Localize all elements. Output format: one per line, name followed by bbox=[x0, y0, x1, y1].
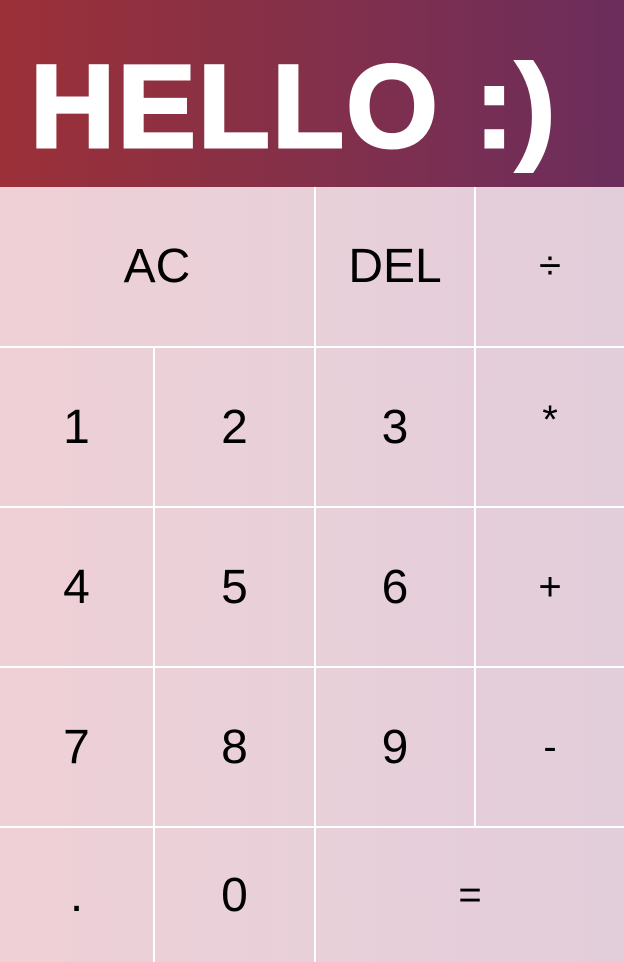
minus-button[interactable]: - bbox=[476, 668, 624, 828]
digit-9-button[interactable]: 9 bbox=[316, 668, 476, 828]
clear-all-button[interactable]: AC bbox=[0, 187, 316, 348]
digit-6-label: 6 bbox=[381, 560, 409, 614]
digit-8-button[interactable]: 8 bbox=[155, 668, 316, 828]
digit-9-label: 9 bbox=[381, 720, 409, 774]
delete-label: DEL bbox=[348, 240, 442, 293]
keypad: AC DEL ÷ 1 2 3 * 4 5 6 + 7 8 9 - . 0 = bbox=[0, 187, 624, 962]
delete-button[interactable]: DEL bbox=[316, 187, 476, 348]
digit-3-button[interactable]: 3 bbox=[316, 348, 476, 508]
calculator: HELLO :) AC DEL ÷ 1 2 3 * 4 5 6 + 7 8 9 … bbox=[0, 0, 624, 962]
minus-label: - bbox=[543, 724, 557, 769]
plus-button[interactable]: + bbox=[476, 508, 624, 668]
multiply-label: * bbox=[542, 397, 558, 442]
digit-2-button[interactable]: 2 bbox=[155, 348, 316, 508]
multiply-button[interactable]: * bbox=[476, 348, 624, 508]
clear-all-label: AC bbox=[123, 240, 191, 293]
digit-7-label: 7 bbox=[63, 720, 90, 774]
digit-1-label: 1 bbox=[63, 400, 90, 454]
digit-2-label: 2 bbox=[221, 400, 248, 454]
decimal-button[interactable]: . bbox=[0, 828, 155, 962]
equals-label: = bbox=[458, 872, 482, 917]
digit-5-button[interactable]: 5 bbox=[155, 508, 316, 668]
equals-button[interactable]: = bbox=[316, 828, 624, 962]
decimal-label: . bbox=[69, 868, 84, 922]
digit-6-button[interactable]: 6 bbox=[316, 508, 476, 668]
digit-4-label: 4 bbox=[63, 560, 90, 614]
digit-5-label: 5 bbox=[221, 560, 248, 614]
digit-3-label: 3 bbox=[381, 400, 409, 454]
digit-0-button[interactable]: 0 bbox=[155, 828, 316, 962]
digit-8-label: 8 bbox=[221, 720, 248, 774]
divide-label: ÷ bbox=[539, 244, 561, 288]
calculator-display: HELLO :) bbox=[0, 0, 624, 187]
digit-4-button[interactable]: 4 bbox=[0, 508, 155, 668]
digit-0-label: 0 bbox=[221, 868, 248, 922]
divide-button[interactable]: ÷ bbox=[476, 187, 624, 348]
plus-label: + bbox=[538, 564, 562, 609]
digit-1-button[interactable]: 1 bbox=[0, 348, 155, 508]
display-output: HELLO :) bbox=[28, 41, 558, 174]
digit-7-button[interactable]: 7 bbox=[0, 668, 155, 828]
